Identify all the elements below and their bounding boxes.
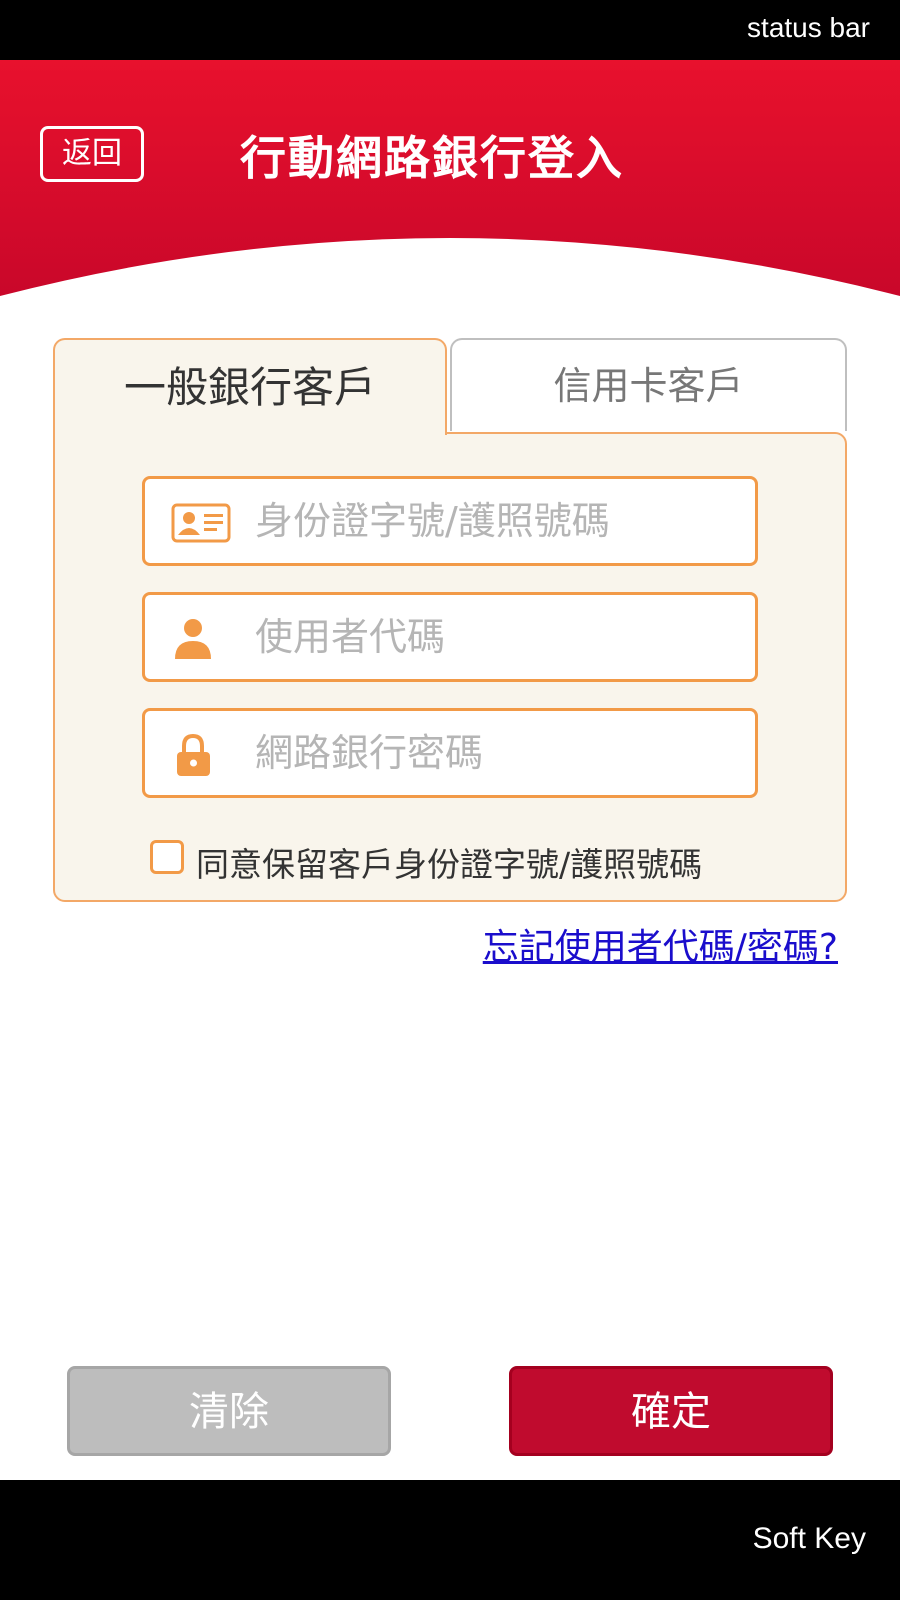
soft-key-bar: Soft Key — [0, 1480, 900, 1600]
user-code-field[interactable] — [142, 592, 758, 682]
status-bar-label: status bar — [747, 12, 870, 43]
user-code-input[interactable] — [255, 595, 735, 679]
remember-id-row[interactable]: 同意保留客戶身份證字號/護照號碼 — [150, 838, 770, 884]
tab-label: 信用卡客戶 — [553, 364, 744, 408]
back-button[interactable]: 返回 — [40, 126, 144, 182]
lock-icon — [171, 733, 231, 777]
forgot-credentials-link[interactable]: 忘記使用者代碼/密碼? — [458, 918, 838, 970]
status-bar: status bar — [0, 0, 900, 60]
soft-key-label: Soft Key — [752, 1522, 866, 1555]
remember-id-checkbox[interactable] — [150, 840, 184, 874]
tab-label: 一般銀行客戶 — [123, 363, 376, 412]
tab-general-bank-customer[interactable]: 一般銀行客戶 — [53, 338, 447, 435]
tab-credit-card-customer[interactable]: 信用卡客戶 — [450, 338, 847, 431]
password-field[interactable] — [142, 708, 758, 798]
user-icon — [171, 617, 231, 661]
id-number-field[interactable] — [142, 476, 758, 566]
password-input[interactable] — [255, 711, 735, 795]
page-title: 行動網路銀行登入 — [240, 131, 624, 185]
remember-id-label: 同意保留客戶身份證字號/護照號碼 — [196, 845, 703, 884]
confirm-button[interactable]: 確定 — [509, 1366, 833, 1456]
tab-joint — [55, 430, 445, 436]
id-card-icon — [171, 501, 231, 545]
id-number-input[interactable] — [255, 479, 735, 563]
clear-button[interactable]: 清除 — [67, 1366, 391, 1456]
